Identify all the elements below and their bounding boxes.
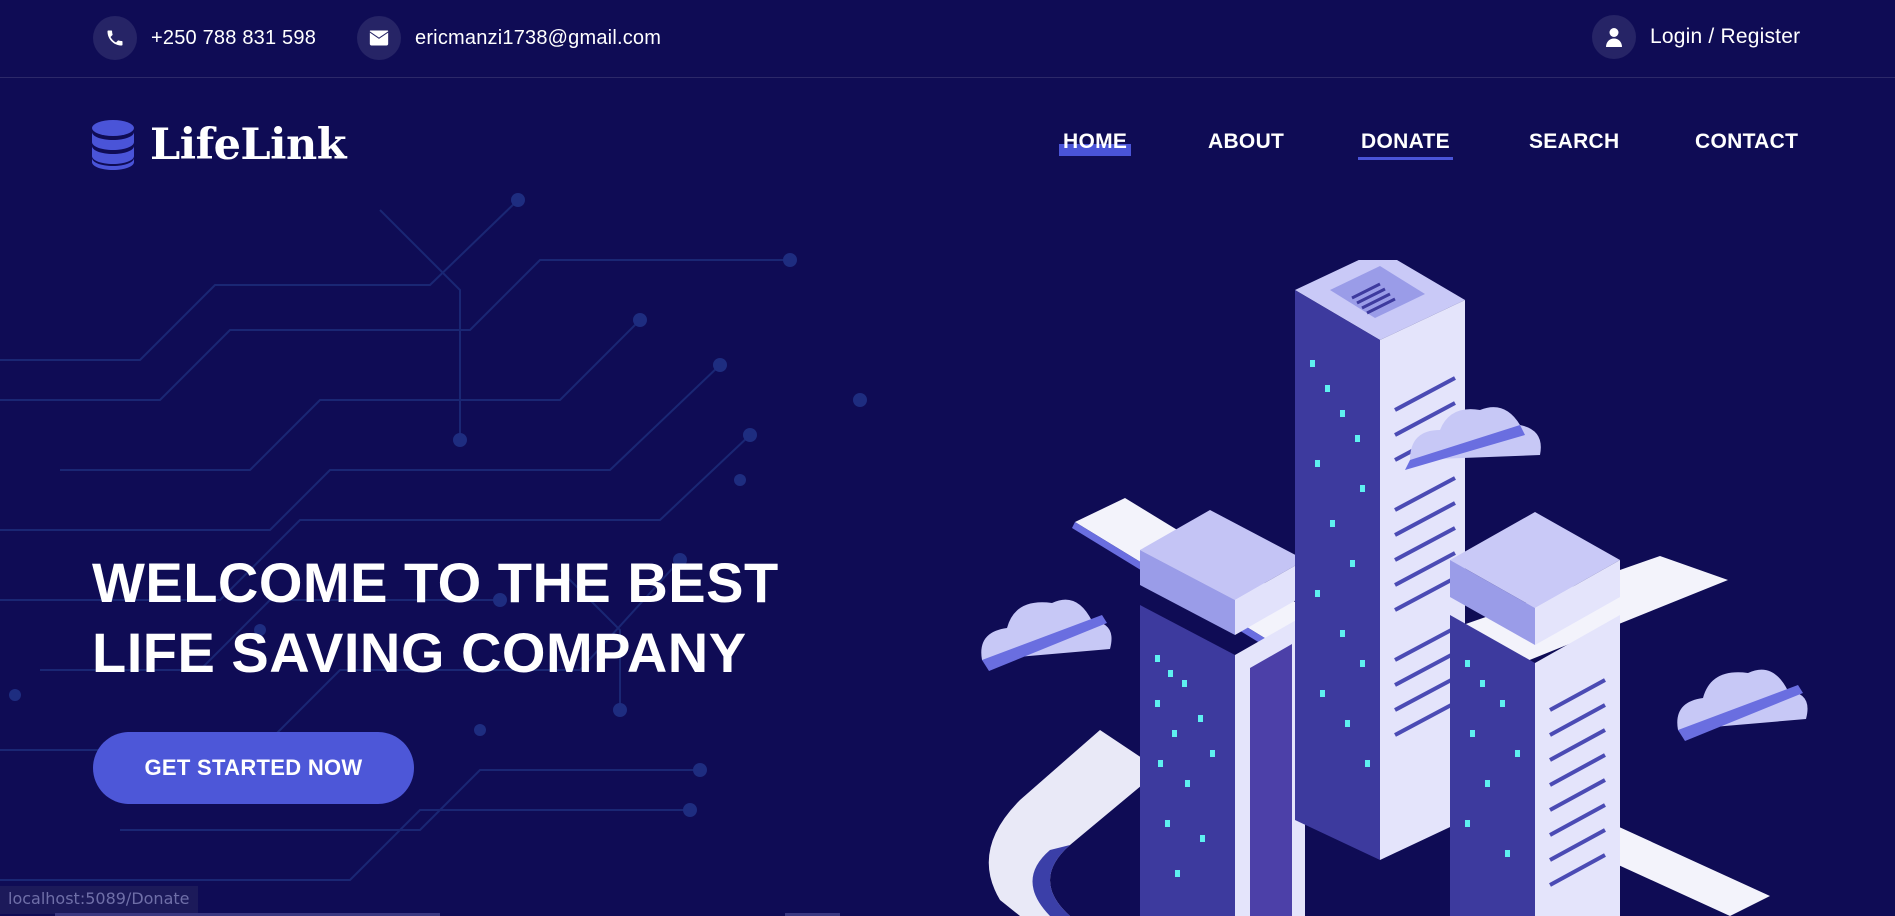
brand-name: LifeLink (150, 120, 347, 170)
brand-logo[interactable]: LifeLink (92, 120, 347, 170)
login-register-link[interactable]: Login / Register (1592, 15, 1800, 59)
database-icon (92, 120, 134, 170)
phone-icon (93, 16, 137, 60)
user-icon (1592, 15, 1636, 59)
isometric-buildings-illustration (981, 260, 1808, 916)
hero-title-line-1: WELCOME TO THE BEST (92, 551, 779, 614)
top-bar: +250 788 831 598 ericmanzi1738@gmail.com… (0, 0, 1895, 78)
email-contact[interactable]: ericmanzi1738@gmail.com (357, 16, 661, 60)
status-bar-url: localhost:5089/Donate (0, 886, 198, 914)
hero-title: WELCOME TO THE BEST LIFE SAVING COMPANY (92, 548, 852, 688)
page: +250 788 831 598 ericmanzi1738@gmail.com… (0, 0, 1895, 916)
phone-number: +250 788 831 598 (151, 26, 317, 49)
get-started-button[interactable]: GET STARTED NOW (93, 732, 414, 804)
hero-title-line-2: LIFE SAVING COMPANY (92, 621, 747, 684)
email-address: ericmanzi1738@gmail.com (415, 26, 662, 49)
nav-search[interactable]: SEARCH (1529, 130, 1619, 154)
nav-about[interactable]: ABOUT (1208, 130, 1284, 154)
phone-contact[interactable]: +250 788 831 598 (93, 16, 316, 60)
login-register-label: Login / Register (1650, 25, 1801, 48)
nav-donate[interactable]: DONATE (1358, 130, 1453, 160)
nav-contact[interactable]: CONTACT (1695, 130, 1798, 154)
nav-home[interactable]: HOME (1058, 130, 1132, 156)
envelope-icon (357, 16, 401, 60)
